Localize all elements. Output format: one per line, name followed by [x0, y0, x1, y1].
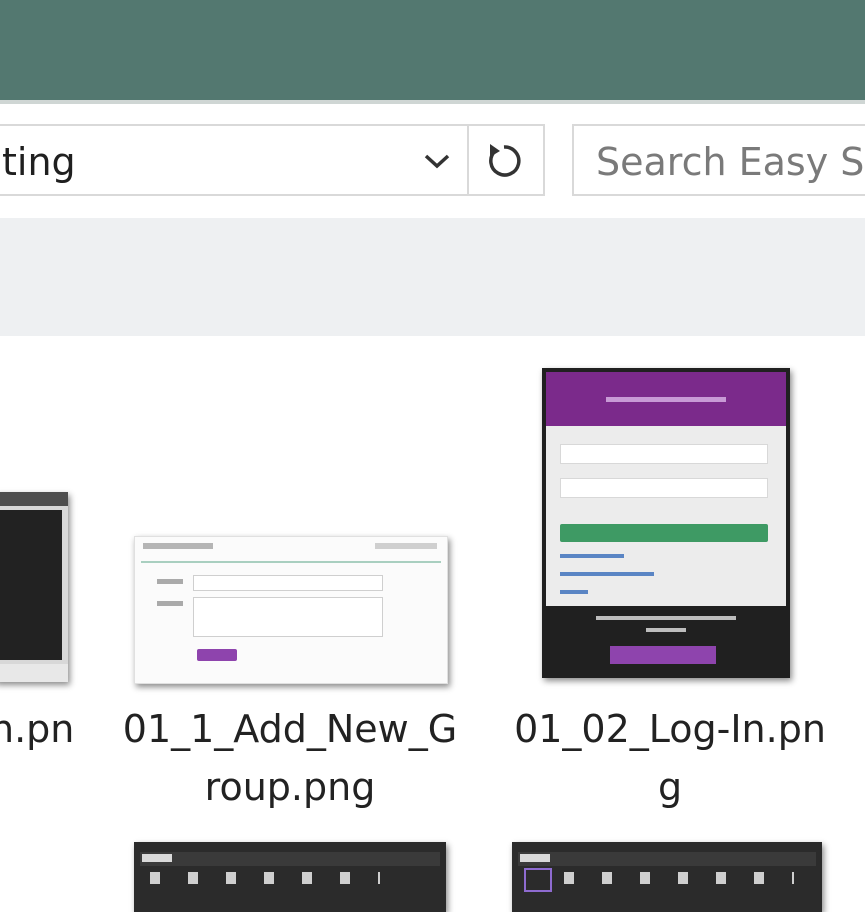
search-placeholder: Search Easy Se	[596, 140, 865, 184]
file-name-label: roup.png	[204, 765, 376, 809]
window-title-bar	[0, 0, 865, 100]
thumbnail-toolbar	[518, 852, 816, 866]
thumbnail-footer-button	[610, 646, 716, 664]
thumbnail-footer	[0, 664, 68, 682]
thumbnail-selected-icon	[524, 868, 552, 892]
thumbnail-divider	[141, 561, 441, 563]
thumbnail-toolbar	[140, 852, 440, 866]
thumbnail-login-form	[546, 426, 786, 606]
thumbnail-link	[560, 554, 624, 558]
file-thumbnail[interactable]	[0, 492, 68, 682]
address-bar[interactable]: ting	[0, 124, 545, 196]
thumbnail-link	[560, 590, 588, 594]
file-name-label: n.pn	[0, 707, 75, 751]
thumbnail-header-text	[606, 397, 726, 402]
refresh-icon[interactable]	[474, 132, 534, 190]
chevron-down-icon[interactable]	[412, 136, 462, 186]
thumbnail-field-label	[157, 579, 183, 584]
address-bar-separator	[467, 126, 469, 194]
thumbnail-footer-text	[646, 628, 686, 632]
address-path-text: ting	[2, 140, 76, 184]
file-thumbnail[interactable]	[134, 536, 448, 684]
thumbnail-field-label	[157, 601, 183, 606]
thumbnail-icon-row	[150, 872, 380, 884]
thumbnail-form-header	[143, 543, 213, 549]
thumbnail-username-field	[560, 444, 768, 464]
file-thumbnail[interactable]	[134, 842, 446, 912]
thumbnail-purple-header	[546, 372, 786, 426]
thumbnail-tab	[142, 854, 172, 862]
thumbnail-footer-text	[596, 616, 736, 620]
thumbnail-tab	[520, 854, 550, 862]
thumbnail-password-field	[560, 478, 768, 498]
thumbnail-link	[560, 572, 654, 576]
thumbnail-submit-button	[197, 649, 237, 661]
details-bar	[0, 218, 865, 336]
file-name-label: 01_02_Log-In.pn	[514, 707, 826, 751]
file-name-label: 01_1_Add_New_G	[122, 707, 458, 751]
thumbnail-icon-row	[564, 872, 794, 884]
search-input[interactable]: Search Easy Se	[572, 124, 865, 196]
thumbnail-input-box	[193, 575, 383, 591]
thumbnail-signin-button	[560, 524, 768, 542]
thumbnail-dark-area	[0, 510, 62, 660]
thumbnail-textarea	[193, 597, 383, 637]
navigation-toolbar: ting Search Easy Se	[0, 104, 865, 218]
file-grid: n.pn 01_1_Add_New_G roup.png 01_02_Log-I…	[0, 336, 865, 912]
file-thumbnail[interactable]	[542, 368, 790, 678]
file-name-label: g	[657, 765, 683, 809]
file-thumbnail[interactable]	[512, 842, 822, 912]
thumbnail-titlebar	[0, 492, 68, 506]
thumbnail-header-actions	[375, 543, 437, 549]
